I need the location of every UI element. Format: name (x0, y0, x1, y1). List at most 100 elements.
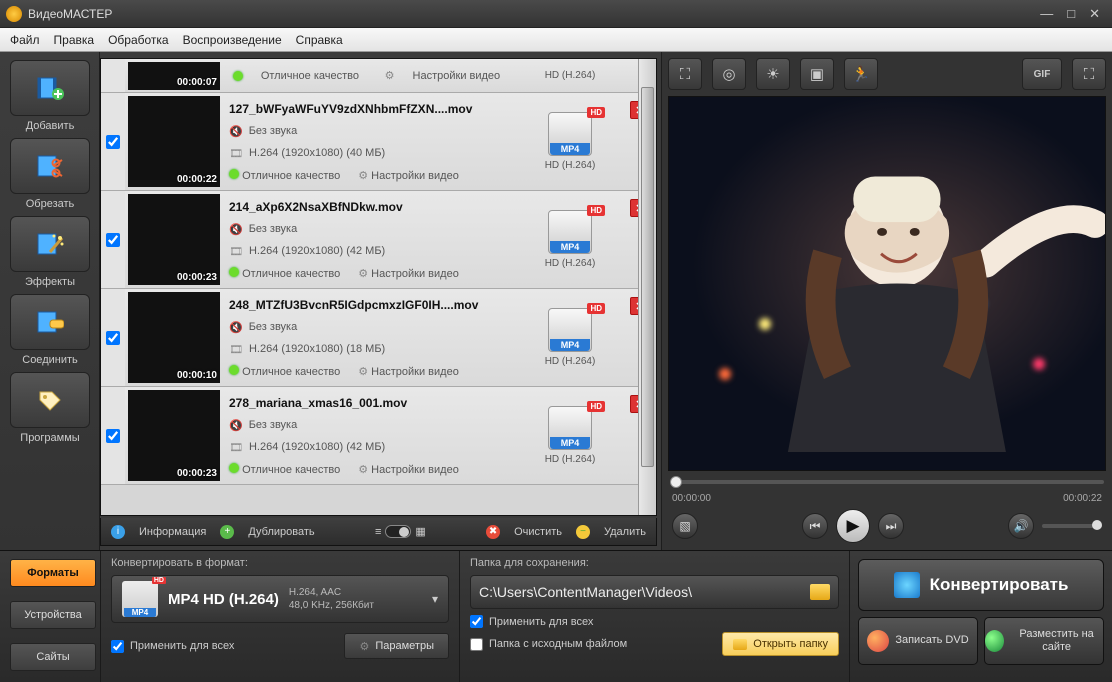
preview-panel: ⛶ ◎ ☀ ▣ 🏃 GIF ⛶ (662, 52, 1112, 550)
list-item[interactable]: 00:00:23278_mariana_xmas16_001.mov🔇Без з… (101, 387, 656, 485)
tab-formats[interactable]: Форматы (10, 559, 96, 587)
play-icon: ▶ (846, 516, 859, 536)
speed-button[interactable]: 🏃 (844, 58, 878, 90)
same-folder-checkbox[interactable]: Папка с исходным файлом (470, 638, 627, 651)
play-button[interactable]: ▶ (836, 509, 870, 543)
list-item[interactable]: 00:00:23214_aXp6X2NsaXBfNDkw.mov🔇Без зву… (101, 191, 656, 289)
prev-button[interactable]: ⏮ (802, 513, 828, 539)
film-icon: 🎞 (229, 343, 243, 356)
clear-icon: ✖ (486, 525, 500, 539)
seek-handle[interactable] (670, 476, 682, 488)
duplicate-icon: + (220, 525, 234, 539)
sidebar: Добавить Обрезать Эффекты Соединить Прог… (0, 52, 100, 550)
folder-icon[interactable] (810, 584, 830, 600)
chevron-down-icon: ▾ (432, 592, 438, 606)
tab-devices[interactable]: Устройства (10, 601, 96, 629)
filename: 278_mariana_xmas16_001.mov (229, 396, 504, 410)
menu-help[interactable]: Справка (296, 33, 343, 47)
delete-button[interactable]: Удалить (604, 526, 646, 538)
video-preview[interactable] (668, 96, 1106, 471)
quality-dot-icon (229, 267, 239, 277)
target-icon: ◎ (722, 65, 735, 83)
file-list: 00:00:07 Отличное качество ⚙Настройки ви… (100, 58, 657, 516)
scrollbar[interactable] (638, 59, 656, 515)
view-grid-icon[interactable]: ▦ (415, 525, 425, 538)
gif-button[interactable]: GIF (1022, 58, 1062, 90)
globe-icon (985, 630, 1004, 652)
app-title: ВидеоМАСТЕР (28, 7, 112, 21)
apply-all-format-checkbox[interactable]: Применить для всех (111, 640, 234, 653)
running-icon: 🏃 (852, 65, 871, 83)
filename: 127_bWFyaWFuYV9zdXNhbmFfZXN....mov (229, 102, 504, 116)
sidebar-effects-button[interactable]: Эффекты (10, 216, 90, 272)
thumbnail[interactable]: 00:00:07 (128, 62, 220, 90)
format-panel: Конвертировать в формат: HDMP4 MP4 HD (H… (100, 551, 460, 682)
minimize-button[interactable]: — (1040, 6, 1053, 22)
tab-sites[interactable]: Сайты (10, 643, 96, 671)
convert-button[interactable]: Конвертировать (858, 559, 1104, 611)
menu-file[interactable]: Файл (10, 33, 40, 47)
format-badge[interactable]: HDMP4 (548, 210, 592, 254)
menu-process[interactable]: Обработка (108, 33, 169, 47)
gear-icon: ⚙ (385, 69, 395, 82)
sidebar-join-button[interactable]: Соединить (10, 294, 90, 350)
sidebar-add-button[interactable]: Добавить (10, 60, 90, 116)
clear-button[interactable]: Очистить (514, 526, 562, 538)
format-selector[interactable]: HDMP4 MP4 HD (H.264) H.264, AAC48,0 KHz,… (111, 575, 449, 623)
output-path[interactable]: C:\Users\ContentManager\Videos\ (470, 575, 839, 609)
seek-bar[interactable] (670, 475, 1104, 489)
info-button[interactable]: Информация (139, 526, 206, 538)
scrollbar-thumb[interactable] (641, 87, 654, 467)
format-badge[interactable]: HDMP4 (548, 308, 592, 352)
list-item[interactable]: 00:00:22 127_bWFyaWFuYV9zdXNhbmFfZXN....m… (101, 93, 656, 191)
sidebar-programs-button[interactable]: Программы (10, 372, 90, 428)
menu-playback[interactable]: Воспроизведение (183, 33, 282, 47)
open-folder-button[interactable]: Открыть папку (722, 632, 839, 656)
duplicate-button[interactable]: Дублировать (248, 526, 314, 538)
format-badge[interactable]: HDMP4 (548, 112, 592, 156)
video-settings-link[interactable]: Настройки видео (371, 268, 459, 280)
apply-all-save-checkbox[interactable]: Применить для всех (470, 615, 839, 628)
video-settings-link[interactable]: Настройки видео (371, 464, 459, 476)
item-checkbox[interactable] (106, 135, 120, 149)
fullscreen-button[interactable]: ⛶ (1072, 58, 1106, 90)
enhance-button[interactable]: ▣ (800, 58, 834, 90)
view-list-icon[interactable]: ≡ (375, 526, 381, 538)
list-item[interactable]: 00:00:10 248_MTZfU3BvcnR5IGdpcmxzIGF0IH..… (101, 289, 656, 387)
thumbnail[interactable]: 00:00:22 (128, 96, 220, 187)
video-settings-link[interactable]: Настройки видео (371, 366, 459, 378)
close-button[interactable]: ✕ (1089, 6, 1100, 22)
filename: 248_MTZfU3BvcnR5IGdpcmxzIGF0IH....mov (229, 298, 504, 312)
filmstrip-scissors-icon (36, 154, 64, 178)
brightness-button[interactable]: ☀ (756, 58, 790, 90)
skip-back-icon: ⏮ (810, 519, 821, 534)
sidebar-cut-button[interactable]: Обрезать (10, 138, 90, 194)
crop-button[interactable]: ⛶ (668, 58, 702, 90)
thumbnail[interactable]: 00:00:23 (128, 390, 220, 481)
burn-dvd-button[interactable]: Записать DVD (858, 617, 978, 665)
item-checkbox[interactable] (106, 331, 120, 345)
video-settings-link[interactable]: Настройки видео (371, 170, 459, 182)
view-toggle[interactable] (385, 525, 411, 538)
next-button[interactable]: ⏭ (878, 513, 904, 539)
mute-icon: 🔇 (229, 125, 243, 138)
filmstrip-join-icon (36, 310, 64, 334)
maximize-button[interactable]: □ (1067, 6, 1075, 22)
item-checkbox[interactable] (106, 429, 120, 443)
snapshot-button[interactable]: ▧ (672, 513, 698, 539)
list-item[interactable]: 00:00:07 Отличное качество ⚙Настройки ви… (101, 59, 656, 93)
item-checkbox[interactable] (106, 233, 120, 247)
upload-button[interactable]: Разместить на сайте (984, 617, 1104, 665)
speaker-icon: 🔊 (1014, 519, 1029, 533)
rotate-button[interactable]: ◎ (712, 58, 746, 90)
quality-dot-icon (229, 365, 239, 375)
parameters-button[interactable]: ⚙Параметры (344, 633, 449, 659)
menu-edit[interactable]: Правка (54, 33, 95, 47)
format-plate-icon: HDMP4 (122, 581, 158, 617)
format-badge[interactable]: HDMP4 (548, 406, 592, 450)
thumbnail[interactable]: 00:00:23 (128, 194, 220, 285)
volume-slider[interactable] (1042, 524, 1102, 528)
filmstrip-plus-icon (36, 76, 64, 100)
thumbnail[interactable]: 00:00:10 (128, 292, 220, 383)
volume-button[interactable]: 🔊 (1008, 513, 1034, 539)
